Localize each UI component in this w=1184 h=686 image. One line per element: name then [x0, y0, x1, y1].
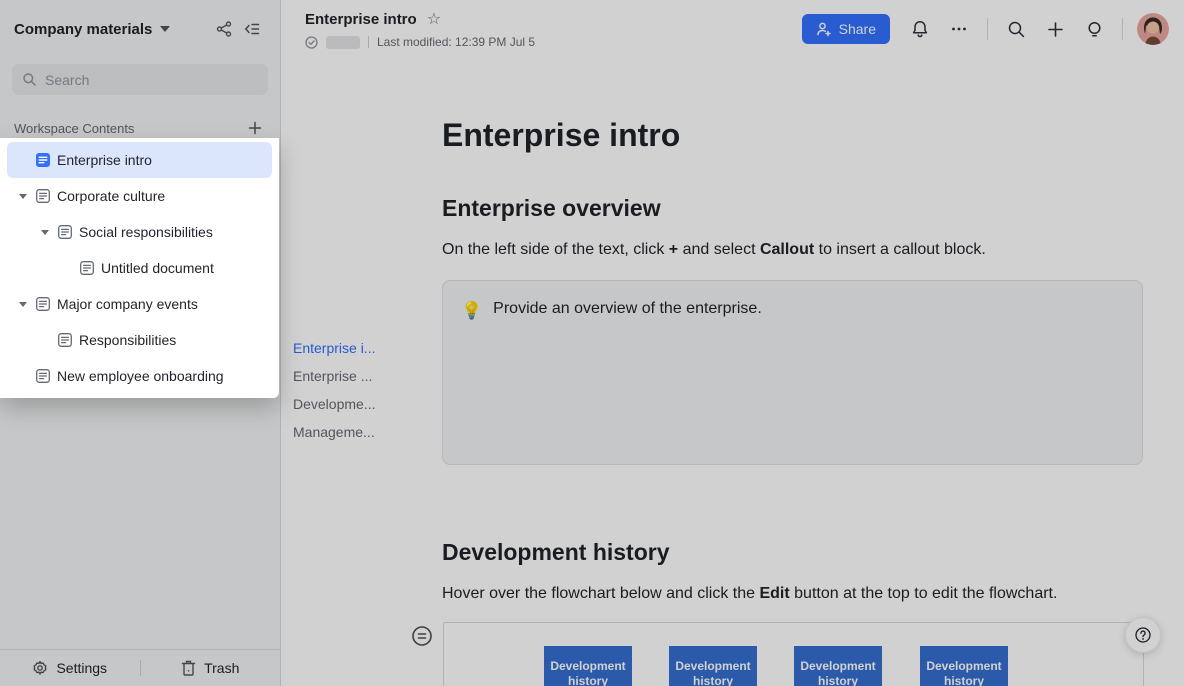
doc-icon: [33, 188, 53, 204]
doc-icon: [33, 368, 53, 384]
sidebar-item-enterprise-intro[interactable]: Enterprise intro: [7, 142, 272, 178]
doc-icon-filled: [33, 152, 53, 168]
tree-label: Enterprise intro: [57, 152, 152, 168]
expand-caret-icon[interactable]: [13, 302, 33, 307]
doc-icon: [33, 296, 53, 312]
doc-icon: [55, 224, 75, 240]
sidebar-item-corporate-culture[interactable]: Corporate culture: [7, 178, 272, 214]
tree-label: Responsibilities: [79, 332, 176, 348]
tree-label: Corporate culture: [57, 188, 165, 204]
tree-label: Major company events: [57, 296, 198, 312]
expand-caret-icon[interactable]: [35, 230, 55, 235]
workspace-tree-spotlight: Enterprise intro Corporate culture S: [0, 138, 279, 398]
sidebar-item-responsibilities[interactable]: Responsibilities: [7, 322, 272, 358]
app-window: Company materials: [0, 0, 1184, 686]
tree-label: New employee onboarding: [57, 368, 224, 384]
expand-caret-icon[interactable]: [13, 194, 33, 199]
sidebar-item-untitled-document[interactable]: Untitled document: [7, 250, 272, 286]
tree-label: Untitled document: [101, 260, 214, 276]
sidebar-item-social-responsibilities[interactable]: Social responsibilities: [7, 214, 272, 250]
sidebar-item-new-employee-onboarding[interactable]: New employee onboarding: [7, 358, 272, 394]
tree-label: Social responsibilities: [79, 224, 213, 240]
sidebar-item-major-company-events[interactable]: Major company events: [7, 286, 272, 322]
doc-icon: [55, 332, 75, 348]
doc-icon: [77, 260, 97, 276]
